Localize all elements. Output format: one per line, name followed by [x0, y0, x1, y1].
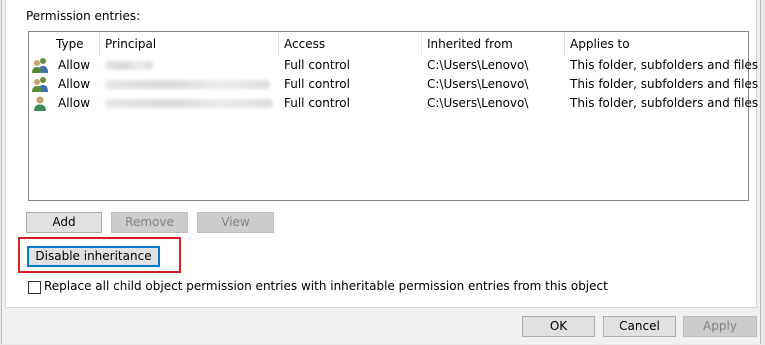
disable-inheritance-button[interactable]: Disable inheritance	[27, 246, 160, 267]
column-header-principal[interactable]: Principal	[100, 32, 279, 56]
entry-inherited-from: C:\Users\Lenovo\	[427, 96, 529, 110]
apply-button[interactable]: Apply	[683, 316, 757, 337]
entry-applies-to: This folder, subfolders and files	[570, 96, 759, 110]
entry-inherited-from: C:\Users\Lenovo\	[427, 58, 529, 72]
table-row[interactable]: Allow Full control C:\Users\Lenovo\ This…	[29, 56, 758, 75]
list-header: Type Principal Access Inherited from App…	[29, 32, 748, 56]
permissions-panel: Permission entries: Type Principal Acces…	[5, 0, 758, 308]
replace-child-permissions-checkbox[interactable]	[28, 281, 41, 294]
entry-type: Allow	[58, 96, 91, 110]
column-header-type[interactable]: Type	[29, 32, 100, 56]
entry-applies-to: This folder, subfolders and files	[570, 58, 759, 72]
entry-applies-to: This folder, subfolders and files	[570, 77, 759, 91]
view-button[interactable]: View	[197, 212, 274, 233]
user-group-icon	[32, 58, 48, 73]
permission-entries-list[interactable]: Type Principal Access Inherited from App…	[28, 31, 758, 201]
entry-principal-redacted	[100, 75, 270, 94]
advanced-security-window: Permission entries: Type Principal Acces…	[1, 0, 761, 344]
column-header-access[interactable]: Access	[279, 32, 422, 56]
table-row[interactable]: Allow Full control C:\Users\Lenovo\ This…	[29, 75, 758, 94]
ok-button[interactable]: OK	[522, 316, 595, 337]
cancel-button[interactable]: Cancel	[603, 316, 676, 337]
replace-child-permissions-label[interactable]: Replace all child object permission entr…	[44, 279, 608, 293]
add-button[interactable]: Add	[26, 212, 102, 233]
user-icon	[34, 96, 46, 111]
entry-access: Full control	[284, 96, 350, 110]
column-header-inherited-from[interactable]: Inherited from	[422, 32, 565, 56]
entry-type: Allow	[58, 58, 91, 72]
entry-principal-redacted	[100, 94, 273, 113]
remove-button[interactable]: Remove	[111, 212, 188, 233]
entry-principal-redacted	[100, 56, 153, 75]
entry-access: Full control	[284, 77, 350, 91]
column-header-applies-to[interactable]: Applies to	[565, 32, 748, 56]
entry-type: Allow	[58, 77, 91, 91]
entry-access: Full control	[284, 58, 350, 72]
entry-inherited-from: C:\Users\Lenovo\	[427, 77, 529, 91]
user-group-icon	[32, 77, 48, 92]
permission-entries-label: Permission entries:	[26, 9, 141, 23]
dialog-button-bar: OK Cancel Apply	[2, 308, 760, 344]
table-row[interactable]: Allow Full control C:\Users\Lenovo\ This…	[29, 94, 758, 113]
